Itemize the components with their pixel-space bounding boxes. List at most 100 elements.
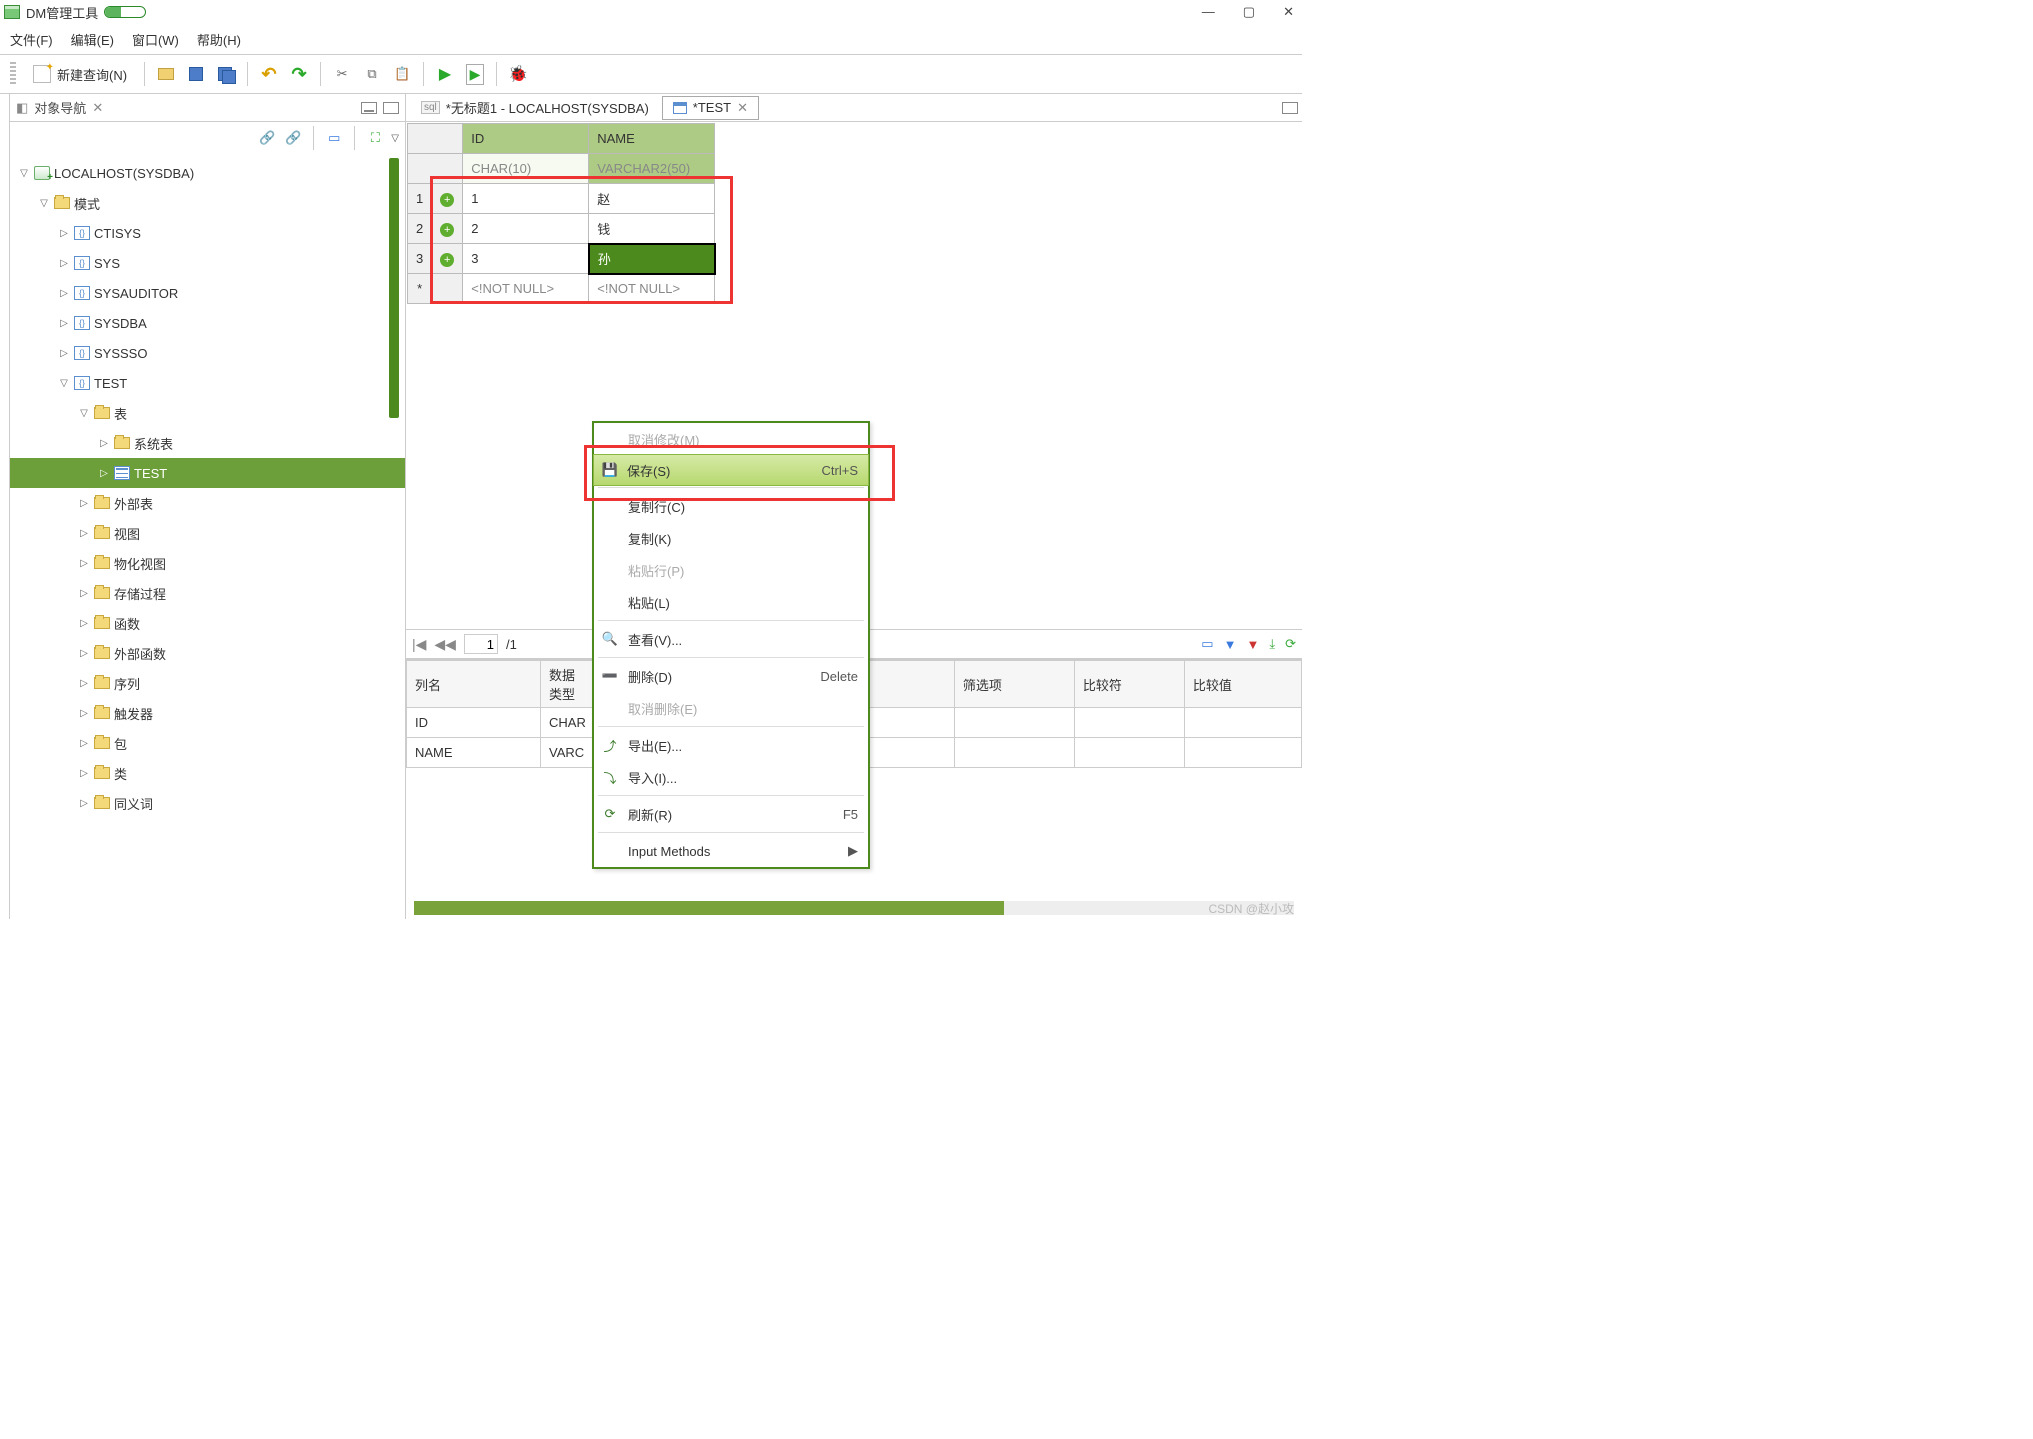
- link-icon[interactable]: 🔗: [257, 128, 277, 148]
- folder-icon: [54, 197, 70, 209]
- cell-name-template[interactable]: <!NOT NULL>: [589, 274, 715, 304]
- run-script-button[interactable]: ▶: [462, 61, 488, 87]
- copy-button[interactable]: ⧉: [359, 61, 385, 87]
- menu-copy-row[interactable]: 复制行(C): [594, 490, 868, 522]
- tree-folder-mat-views[interactable]: ▷物化视图: [10, 548, 405, 578]
- tree-folder-synonyms[interactable]: ▷同义词: [10, 788, 405, 818]
- data-row-3[interactable]: 3 + 3 孙: [408, 244, 715, 274]
- tree-schema-sys[interactable]: ▷SYS: [10, 248, 405, 278]
- cell-id-template[interactable]: <!NOT NULL>: [463, 274, 589, 304]
- tree-table-test[interactable]: ▷TEST: [10, 458, 405, 488]
- cell-id-2[interactable]: 2: [463, 214, 589, 244]
- data-row-2[interactable]: 2 + 2 钱: [408, 214, 715, 244]
- tab-test-grid[interactable]: *TEST ✕: [662, 96, 759, 120]
- data-row-template[interactable]: * <!NOT NULL> <!NOT NULL>: [408, 274, 715, 304]
- tree-schema-ctisys[interactable]: ▷CTISYS: [10, 218, 405, 248]
- tree-schema-sysdba[interactable]: ▷SYSDBA: [10, 308, 405, 338]
- menu-copy[interactable]: 复制(K): [594, 522, 868, 554]
- tree-folder-external-tables[interactable]: ▷外部表: [10, 488, 405, 518]
- open-button[interactable]: [153, 61, 179, 87]
- data-table: ID NAME CHAR(10) VARCHAR2(50) 1 + 1 赵 2 …: [407, 123, 716, 304]
- tab-grid-label: *TEST: [693, 100, 731, 115]
- pager-filter-icon[interactable]: ▼: [1224, 637, 1237, 652]
- nav-menu-dropdown[interactable]: ▽: [391, 133, 399, 144]
- minimize-button[interactable]: —: [1202, 4, 1215, 20]
- cell-id-3[interactable]: 3: [463, 244, 589, 274]
- nav-tab-label[interactable]: 对象导航: [34, 98, 86, 117]
- menu-export[interactable]: ⤴导出(E)...: [594, 729, 868, 761]
- run-button[interactable]: ▶: [432, 61, 458, 87]
- pager-first-button[interactable]: |◀: [412, 636, 426, 653]
- menu-paste[interactable]: 粘贴(L): [594, 586, 868, 618]
- tree-schema-group[interactable]: ▽ 模式: [10, 188, 405, 218]
- menu-window[interactable]: 窗口(W): [132, 30, 179, 49]
- object-tree[interactable]: ▽ LOCALHOST(SYSDBA) ▽ 模式 ▷CTISYS ▷SYS ▷S…: [10, 154, 405, 919]
- detail-hdr-filter[interactable]: 筛选项: [954, 661, 1074, 708]
- pager-window-icon[interactable]: ▭: [1201, 636, 1213, 652]
- cell-name-1[interactable]: 赵: [589, 184, 715, 214]
- tree-folder-views[interactable]: ▷视图: [10, 518, 405, 548]
- cell-name-2[interactable]: 钱: [589, 214, 715, 244]
- col-header-name[interactable]: NAME: [589, 124, 715, 154]
- undo-button[interactable]: ↶: [256, 61, 282, 87]
- menu-delete[interactable]: ➖删除(D)Delete: [594, 660, 868, 692]
- menu-help[interactable]: 帮助(H): [197, 30, 241, 49]
- nav-maximize-button[interactable]: [383, 102, 399, 114]
- tree-folder-procedures[interactable]: ▷存储过程: [10, 578, 405, 608]
- toolbar-handle[interactable]: [10, 62, 16, 86]
- tree-folder-ext-functions[interactable]: ▷外部函数: [10, 638, 405, 668]
- menu-import[interactable]: ⤵导入(I)...: [594, 761, 868, 793]
- cell-id-1[interactable]: 1: [463, 184, 589, 214]
- menu-input-methods[interactable]: Input Methods▶: [594, 835, 868, 867]
- redo-button[interactable]: ↷: [286, 61, 312, 87]
- tree-folder-functions[interactable]: ▷函数: [10, 608, 405, 638]
- pager-page-input[interactable]: [464, 634, 498, 654]
- tab-close-icon[interactable]: ✕: [737, 100, 748, 116]
- paste-button[interactable]: 📋: [389, 61, 415, 87]
- tree-folder-sequences[interactable]: ▷序列: [10, 668, 405, 698]
- menu-view[interactable]: 🔍查看(V)...: [594, 623, 868, 655]
- detail-hdr-type[interactable]: 数据类型: [541, 661, 595, 708]
- tree-root-localhost[interactable]: ▽ LOCALHOST(SYSDBA): [10, 158, 405, 188]
- tab-sql-editor[interactable]: sql *无标题1 - LOCALHOST(SYSDBA): [410, 94, 660, 121]
- maximize-button[interactable]: ▢: [1243, 4, 1255, 20]
- tree-folder-classes[interactable]: ▷类: [10, 758, 405, 788]
- editor-maximize-button[interactable]: [1282, 102, 1298, 114]
- detail-hdr-col[interactable]: 列名: [407, 661, 541, 708]
- pager-filter-clear-icon[interactable]: ▼: [1246, 637, 1259, 652]
- save-all-button[interactable]: [213, 61, 239, 87]
- window-title: DM管理工具: [26, 3, 98, 22]
- nav-tab-close-icon[interactable]: ✕: [92, 100, 103, 116]
- tree-schema-sysauditor[interactable]: ▷SYSAUDITOR: [10, 278, 405, 308]
- menu-refresh[interactable]: ⟳刷新(R)F5: [594, 798, 868, 830]
- col-header-id[interactable]: ID: [463, 124, 589, 154]
- menu-edit[interactable]: 编辑(E): [71, 30, 114, 49]
- nav-minimize-button[interactable]: [361, 102, 377, 114]
- pager-prev-button[interactable]: ◀◀: [434, 636, 456, 653]
- tree-folder-triggers[interactable]: ▷触发器: [10, 698, 405, 728]
- debug-button[interactable]: 🐞: [505, 61, 531, 87]
- cell-name-3-editing[interactable]: 孙: [589, 244, 715, 274]
- expand-all-icon[interactable]: ⛶: [365, 128, 385, 148]
- editor-hscrollbar[interactable]: [414, 901, 1294, 915]
- close-window-button[interactable]: ✕: [1283, 4, 1294, 20]
- detail-hdr-value[interactable]: 比较值: [1184, 661, 1301, 708]
- new-query-button[interactable]: 新建查询(N): [24, 62, 136, 87]
- redo-icon: ↷: [292, 64, 307, 85]
- menu-file[interactable]: 文件(F): [10, 30, 53, 49]
- tree-schema-syssso[interactable]: ▷SYSSSO: [10, 338, 405, 368]
- tree-folder-packages[interactable]: ▷包: [10, 728, 405, 758]
- pager-refresh-icon[interactable]: ⟳: [1285, 636, 1296, 652]
- tree-tables-folder[interactable]: ▽表: [10, 398, 405, 428]
- pager-export-icon[interactable]: ⤓: [1269, 636, 1275, 652]
- tree-schema-test[interactable]: ▽TEST: [10, 368, 405, 398]
- save-button[interactable]: [183, 61, 209, 87]
- cut-button[interactable]: ✂: [329, 61, 355, 87]
- menu-save[interactable]: 💾 保存(S) Ctrl+S: [593, 454, 869, 486]
- data-row-1[interactable]: 1 + 1 赵: [408, 184, 715, 214]
- unlink-icon[interactable]: 🔗: [283, 128, 303, 148]
- tree-system-tables[interactable]: ▷系统表: [10, 428, 405, 458]
- collapse-icon[interactable]: ▭: [324, 128, 344, 148]
- detail-hdr-compare[interactable]: 比较符: [1074, 661, 1184, 708]
- tree-scrollbar[interactable]: [389, 154, 403, 919]
